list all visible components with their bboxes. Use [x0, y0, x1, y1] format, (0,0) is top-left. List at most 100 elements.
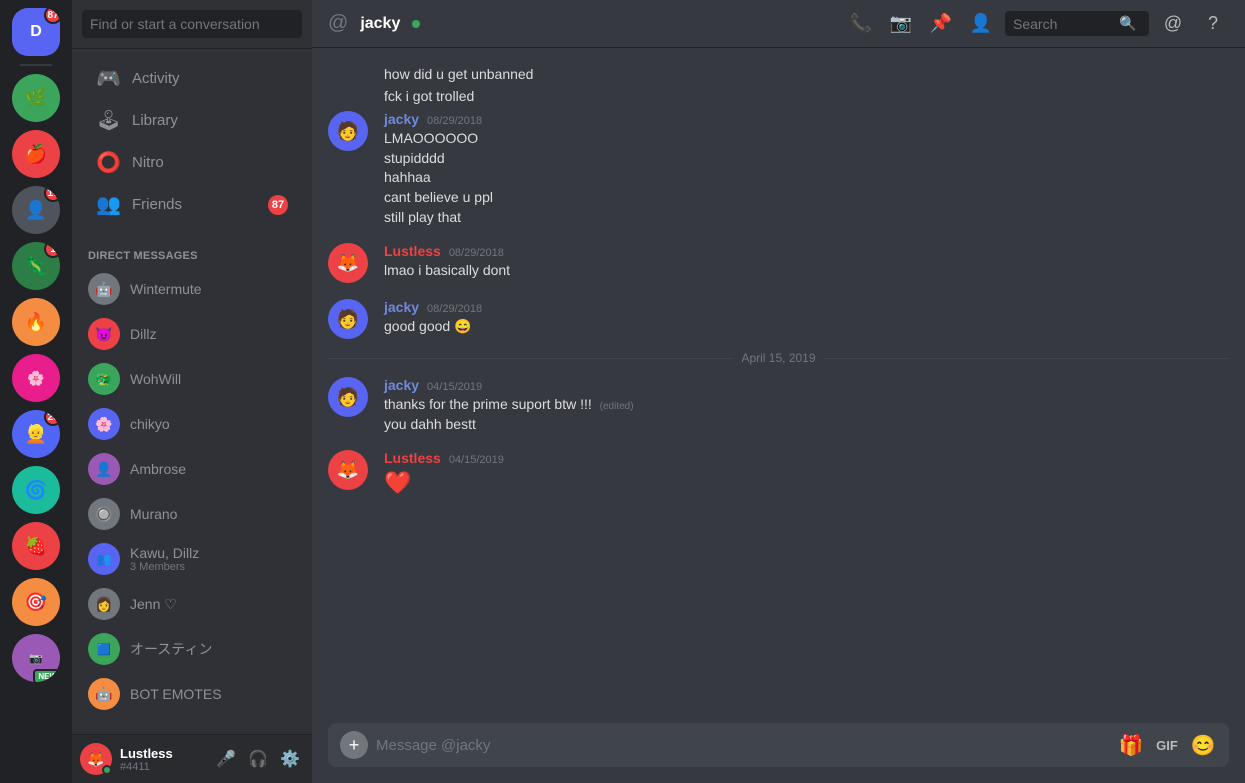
- dm-item-jenn[interactable]: 👩 Jenn ♡: [80, 582, 304, 626]
- gift-button[interactable]: 🎁: [1117, 731, 1145, 759]
- server-icon-7[interactable]: 👱 26: [12, 410, 60, 458]
- chat-input-area: + 🎁 GIF 😊: [312, 723, 1245, 783]
- avatar: 👩: [88, 588, 120, 620]
- dm-item-kawu-dillz[interactable]: 👥 Kawu, Dillz 3 Members: [80, 537, 304, 581]
- video-button[interactable]: 📷: [885, 8, 917, 40]
- dm-item-bot-emotes[interactable]: 🤖 BOT EMOTES: [80, 672, 304, 716]
- pin-button[interactable]: 📌: [925, 8, 957, 40]
- chat-recipient-name: jacky: [360, 15, 400, 33]
- chat-area: @ jacky 📞 📷 📌 👤 🔍 @ ? how did u get unba…: [312, 0, 1245, 783]
- sidebar-item-nitro[interactable]: ⭕ Nitro: [80, 142, 304, 183]
- dm-item-ambrose[interactable]: 👤 Ambrose: [80, 447, 304, 491]
- message-content: jacky 08/29/2018 LMAOOOOOO stupidddd hah…: [384, 111, 1229, 227]
- settings-button[interactable]: ⚙️: [276, 745, 304, 773]
- message-timestamp: 04/15/2019: [449, 454, 504, 466]
- message-group: 🧑 jacky 04/15/2019 thanks for the prime …: [312, 373, 1245, 438]
- message-header: Lustless 04/15/2019: [384, 450, 1229, 466]
- message-author: jacky: [384, 111, 419, 127]
- dm-sub: 3 Members: [130, 561, 199, 573]
- server-icon-1[interactable]: 🌿: [12, 74, 60, 122]
- message-header: Lustless 08/29/2018: [384, 243, 1229, 259]
- add-friend-button[interactable]: 👤: [965, 8, 997, 40]
- search-input[interactable]: [82, 10, 302, 38]
- help-button[interactable]: ?: [1197, 8, 1229, 40]
- sidebar-item-label: Nitro: [132, 154, 164, 171]
- home-notification-badge: 87: [44, 8, 60, 24]
- user-tag: #4411: [120, 761, 204, 773]
- avatar: 🤖: [88, 678, 120, 710]
- sidebar-item-label: Friends: [132, 196, 182, 213]
- server-icon-3[interactable]: 👤 17: [12, 186, 60, 234]
- message-text: fck i got trolled: [384, 88, 474, 104]
- gif-button[interactable]: GIF: [1153, 731, 1181, 759]
- message-input[interactable]: [376, 727, 1109, 764]
- message-avatar: 🦊: [328, 450, 368, 490]
- message-content: Lustless 04/15/2019 ❤️: [384, 450, 1229, 499]
- server-icon-11[interactable]: 📷 NEW: [12, 634, 60, 682]
- server-icon-5[interactable]: 🔥: [12, 298, 60, 346]
- friends-badge: 87: [268, 195, 288, 215]
- user-avatar-wrap: 🦊: [80, 743, 112, 775]
- at-mention-button[interactable]: @: [1157, 8, 1189, 40]
- dm-name: WohWill: [130, 371, 181, 387]
- search-icon: 🔍: [1119, 15, 1136, 32]
- message-author: jacky: [384, 299, 419, 315]
- dm-item-murano[interactable]: 🔘 Murano: [80, 492, 304, 536]
- server-icon-2[interactable]: 🍎: [12, 130, 60, 178]
- sidebar-item-friends[interactable]: 👥 Friends 87: [80, 184, 304, 225]
- at-symbol-icon: @: [328, 12, 348, 35]
- message-text: lmao i basically dont: [384, 261, 1229, 281]
- dm-item-wohwill[interactable]: 🐲 WohWill: [80, 357, 304, 401]
- message-group: 🦊 Lustless 04/15/2019 ❤️: [312, 446, 1245, 503]
- avatar: 🔘: [88, 498, 120, 530]
- message-text: hahhaa: [384, 168, 1229, 188]
- server-icon-6[interactable]: 🌸: [12, 354, 60, 402]
- emoji-button[interactable]: 😊: [1189, 731, 1217, 759]
- dm-list: 🤖 Wintermute 😈 Dillz 🐲 WohWill 🌸 chikyo …: [72, 266, 312, 734]
- header-search-input[interactable]: [1013, 16, 1113, 32]
- dm-item-dillz[interactable]: 😈 Dillz: [80, 312, 304, 356]
- dm-name: Dillz: [130, 326, 156, 342]
- message-content: jacky 08/29/2018 good good 😄: [384, 299, 1229, 339]
- date-divider: April 15, 2019: [312, 343, 1245, 373]
- message-text: how did u get unbanned: [384, 66, 533, 82]
- sidebar-item-label: Library: [132, 112, 178, 129]
- dm-item-austin-jp[interactable]: 🟦 オースティン: [80, 627, 304, 671]
- server-icon-10[interactable]: 🎯: [12, 578, 60, 626]
- message-header: jacky 04/15/2019: [384, 377, 1229, 393]
- deafen-button[interactable]: 🎧: [244, 745, 272, 773]
- message-text: good good 😄: [384, 317, 1229, 337]
- date-divider-text: April 15, 2019: [741, 351, 815, 365]
- avatar: 🟦: [88, 633, 120, 665]
- input-add-button[interactable]: +: [340, 731, 368, 759]
- message-author: jacky: [384, 377, 419, 393]
- discord-home-icon[interactable]: D 87: [12, 8, 60, 56]
- server-7-badge: 26: [44, 410, 60, 426]
- user-panel: 🦊 Lustless #4411 🎤 🎧 ⚙️: [72, 734, 312, 783]
- avatar: 👥: [88, 543, 120, 575]
- sidebar-item-activity[interactable]: 🎮 Activity: [80, 58, 304, 99]
- message-text: stupidddd: [384, 149, 1229, 169]
- avatar: 😈: [88, 318, 120, 350]
- dm-name: BOT EMOTES: [130, 686, 222, 702]
- server-11-badge-new: NEW: [33, 669, 60, 682]
- server-icon-4[interactable]: 🦎 1: [12, 242, 60, 290]
- dm-name: Wintermute: [130, 281, 202, 297]
- message-avatar: 🧑: [328, 299, 368, 339]
- dm-item-wintermute[interactable]: 🤖 Wintermute: [80, 267, 304, 311]
- message-avatar: 🧑: [328, 377, 368, 417]
- message-text: LMAOOOOOO: [384, 129, 1229, 149]
- avatar: 🐲: [88, 363, 120, 395]
- input-right-icons: 🎁 GIF 😊: [1117, 731, 1217, 759]
- message-text: cant believe u ppl: [384, 188, 1229, 208]
- server-icon-9[interactable]: 🍓: [12, 522, 60, 570]
- dm-item-chikyo[interactable]: 🌸 chikyo: [80, 402, 304, 446]
- call-button[interactable]: 📞: [845, 8, 877, 40]
- message-group: 🧑 jacky 08/29/2018 good good 😄: [312, 295, 1245, 343]
- message-content: Lustless 08/29/2018 lmao i basically don…: [384, 243, 1229, 283]
- mute-button[interactable]: 🎤: [212, 745, 240, 773]
- message-text: ❤️: [384, 468, 1229, 499]
- server-icon-8[interactable]: 🌀: [12, 466, 60, 514]
- dm-name: chikyo: [130, 416, 170, 432]
- sidebar-item-library[interactable]: 🕹 Library: [80, 100, 304, 141]
